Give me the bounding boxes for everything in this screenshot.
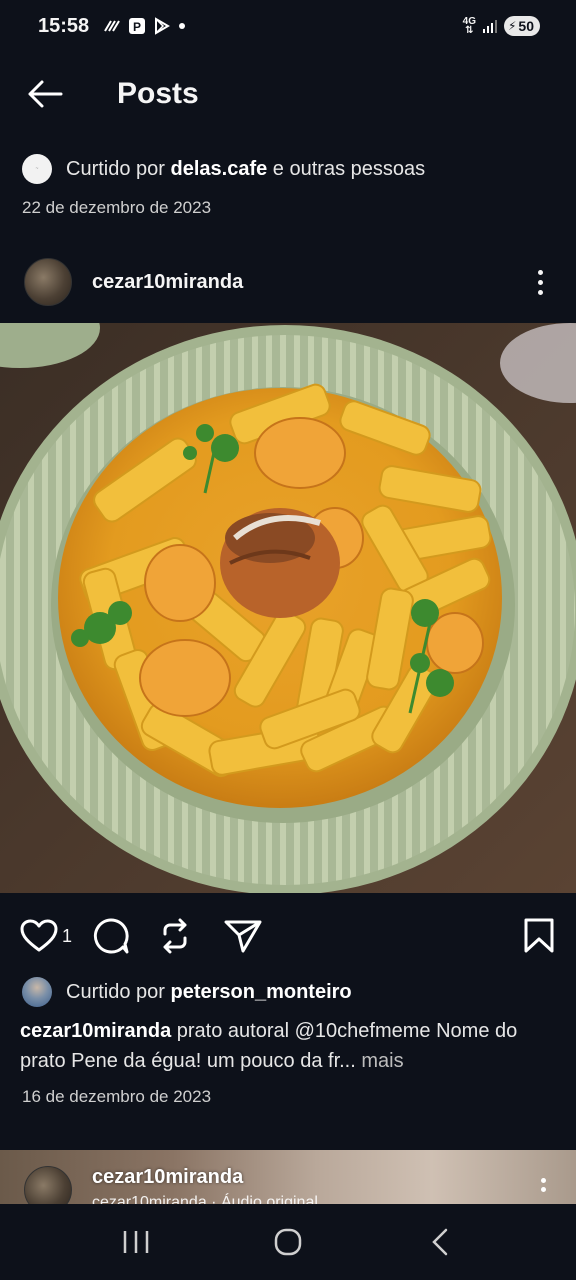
repost-button[interactable] xyxy=(158,912,192,960)
next-post-more-button[interactable] xyxy=(541,1178,546,1192)
comment-button[interactable] xyxy=(92,912,130,960)
network-arrows-icon: ⇅ xyxy=(465,25,474,36)
status-bar: 15:58 P 4G ⇅ ⚡ 50 xyxy=(0,0,576,52)
share-button[interactable] xyxy=(224,912,262,960)
comment-icon xyxy=(93,918,129,954)
svg-text:P: P xyxy=(133,20,141,34)
next-post-avatar[interactable] xyxy=(24,1166,72,1204)
call-forwarding-icon xyxy=(104,20,121,32)
caption-username[interactable]: cezar10miranda xyxy=(20,1020,171,1042)
page-title: Posts xyxy=(117,77,199,110)
back-arrow-icon xyxy=(28,80,63,108)
back-button[interactable] xyxy=(0,62,90,126)
more-dot-icon xyxy=(537,279,543,285)
heart-icon xyxy=(20,919,58,952)
post-caption[interactable]: cezar10miranda prato autoral @10chefmeme… xyxy=(20,1016,560,1076)
more-dot-icon xyxy=(541,1187,546,1192)
post-date: 16 de dezembro de 2023 xyxy=(22,1087,212,1106)
play-store-icon xyxy=(155,17,171,35)
liked-prefix: Curtido por xyxy=(66,157,165,180)
send-icon xyxy=(224,920,262,953)
repost-icon xyxy=(163,918,187,954)
recent-apps-icon xyxy=(123,1231,149,1253)
next-post-audio[interactable]: cezar10miranda · Áudio original xyxy=(92,1194,318,1204)
parking-icon: P xyxy=(129,18,146,34)
home-button[interactable] xyxy=(258,1212,318,1272)
like-count[interactable]: 1 xyxy=(62,926,72,947)
home-icon xyxy=(274,1228,302,1256)
post-likes[interactable]: Curtido por peterson_monteiro xyxy=(22,977,352,1007)
liker-avatar: ~ xyxy=(22,154,52,184)
liker-avatar xyxy=(22,977,52,1007)
post-header: cezar10miranda xyxy=(0,252,576,312)
more-options-button[interactable] xyxy=(520,258,560,306)
app-header: Posts xyxy=(0,62,576,126)
signal-icon xyxy=(482,20,497,33)
network-indicator: 4G ⇅ xyxy=(463,17,476,36)
bookmark-icon xyxy=(524,918,554,953)
recent-apps-button[interactable] xyxy=(106,1212,166,1272)
status-time: 15:58 xyxy=(38,14,90,37)
post-image[interactable] xyxy=(0,323,576,893)
more-dot-icon xyxy=(541,1178,546,1183)
status-left-icons: P xyxy=(103,17,186,35)
battery-level: 50 xyxy=(518,18,534,34)
liked-user[interactable]: delas.cafe xyxy=(171,158,268,181)
liked-suffix: e outras pessoas xyxy=(272,157,426,180)
pasta-dish-photo xyxy=(0,323,576,893)
next-post-username[interactable]: cezar10miranda xyxy=(92,1166,243,1189)
user-avatar[interactable] xyxy=(24,258,72,306)
more-dot-icon xyxy=(537,289,543,295)
liked-prefix: Curtido por xyxy=(66,980,165,1003)
post-username[interactable]: cezar10miranda xyxy=(92,271,243,294)
caption-more-link[interactable]: mais xyxy=(361,1050,403,1072)
liked-user[interactable]: peterson_monteiro xyxy=(171,981,352,1004)
system-navigation-bar xyxy=(0,1204,576,1280)
status-right-icons: 4G ⇅ ⚡ 50 xyxy=(463,16,540,36)
previous-post-likes[interactable]: ~ Curtido por delas.cafe e outras pessoa… xyxy=(22,154,425,184)
chevron-left-icon xyxy=(432,1228,448,1256)
post-actions: 1 xyxy=(0,912,576,960)
notification-dot-icon xyxy=(179,23,186,29)
battery-icon: ⚡ 50 xyxy=(503,16,540,36)
previous-post-date: 22 de dezembro de 2023 xyxy=(22,198,212,217)
save-button[interactable] xyxy=(524,912,554,960)
more-dot-icon xyxy=(537,269,543,275)
back-nav-button[interactable] xyxy=(410,1212,470,1272)
like-button[interactable]: 1 xyxy=(20,912,72,960)
next-post-preview[interactable]: cezar10miranda cezar10miranda · Áudio or… xyxy=(0,1150,576,1204)
